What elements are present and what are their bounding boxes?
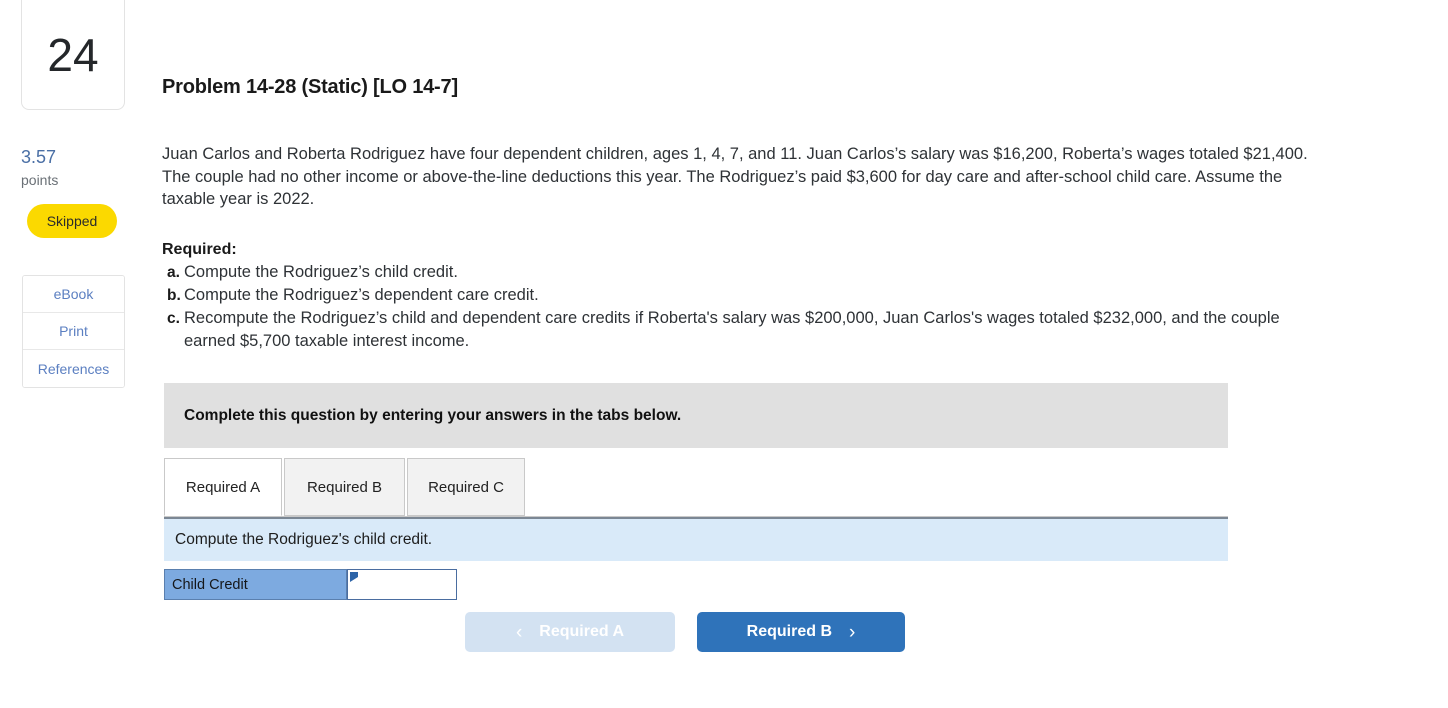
required-item-c-text: Recompute the Rodriguez’s child and depe…: [184, 309, 1280, 350]
required-item-a-text: Compute the Rodriguez’s child credit.: [184, 263, 458, 281]
tab-prompt-text: Compute the Rodriguez's child credit.: [175, 531, 433, 548]
tab-required-b[interactable]: Required B: [284, 458, 405, 516]
ebook-button[interactable]: eBook: [23, 276, 124, 313]
question-sidebar: 24 3.57 points Skipped eBook Print Refer…: [0, 0, 160, 708]
answer-row-label: Child Credit: [165, 570, 347, 599]
next-required-b-label: Required B: [746, 623, 832, 640]
instruction-callout: Complete this question by entering your …: [164, 383, 1228, 448]
page-title: Problem 14-28 (Static) [LO 14-7]: [162, 76, 458, 98]
question-number-box: 24: [21, 0, 125, 110]
question-page: 24 3.57 points Skipped eBook Print Refer…: [0, 0, 1448, 708]
next-required-b-button[interactable]: Required B ›: [697, 612, 905, 652]
required-item-c: c. Recompute the Rodriguez’s child and d…: [162, 307, 1322, 353]
tab-required-a[interactable]: Required A: [164, 458, 282, 516]
tab-required-c-label: Required C: [428, 478, 504, 496]
prev-required-a-label: Required A: [539, 623, 625, 640]
required-tabstrip: Required A Required B Required C: [164, 458, 1228, 517]
status-badge-label: Skipped: [46, 213, 98, 229]
sidebar-tool-group: eBook Print References: [22, 275, 125, 388]
references-button-label: References: [37, 360, 110, 377]
required-item-b: b. Compute the Rodriguez’s dependent car…: [162, 284, 1322, 307]
tab-prompt-bar: Compute the Rodriguez's child credit.: [164, 517, 1228, 561]
chevron-left-icon: ‹: [515, 621, 523, 643]
answer-row-label-text: Child Credit: [172, 576, 248, 593]
prev-required-a-button[interactable]: ‹ Required A: [465, 612, 675, 652]
tab-required-a-label: Required A: [185, 478, 261, 496]
tab-required-c[interactable]: Required C: [407, 458, 525, 516]
required-item-a: a. Compute the Rodriguez’s child credit.: [162, 261, 1322, 284]
references-button[interactable]: References: [23, 350, 124, 387]
question-main: Problem 14-28 (Static) [LO 14-7] Juan Ca…: [160, 0, 1448, 708]
cell-cursor-icon: [350, 572, 358, 582]
chevron-right-icon: ›: [849, 621, 856, 643]
points-value: 3.57: [21, 147, 57, 167]
answer-grid: Child Credit: [164, 569, 457, 600]
required-heading: Required:: [162, 241, 237, 258]
required-item-c-letter: c.: [167, 310, 180, 327]
required-section: Required: a. Compute the Rodriguez’s chi…: [162, 238, 1322, 353]
question-number: 24: [47, 28, 99, 81]
required-item-b-letter: b.: [167, 287, 181, 304]
child-credit-input-cell[interactable]: [347, 569, 457, 600]
tab-required-b-label: Required B: [306, 478, 383, 496]
instruction-callout-text: Complete this question by entering your …: [184, 406, 682, 424]
required-item-a-letter: a.: [167, 264, 180, 281]
points-label: points: [21, 172, 59, 188]
problem-body-text: Juan Carlos and Roberta Rodriguez have f…: [162, 145, 1308, 208]
print-button-label: Print: [59, 323, 88, 339]
print-button[interactable]: Print: [23, 313, 124, 350]
required-item-b-text: Compute the Rodriguez’s dependent care c…: [184, 286, 539, 304]
status-badge: Skipped: [27, 204, 117, 238]
ebook-button-label: eBook: [53, 286, 94, 302]
